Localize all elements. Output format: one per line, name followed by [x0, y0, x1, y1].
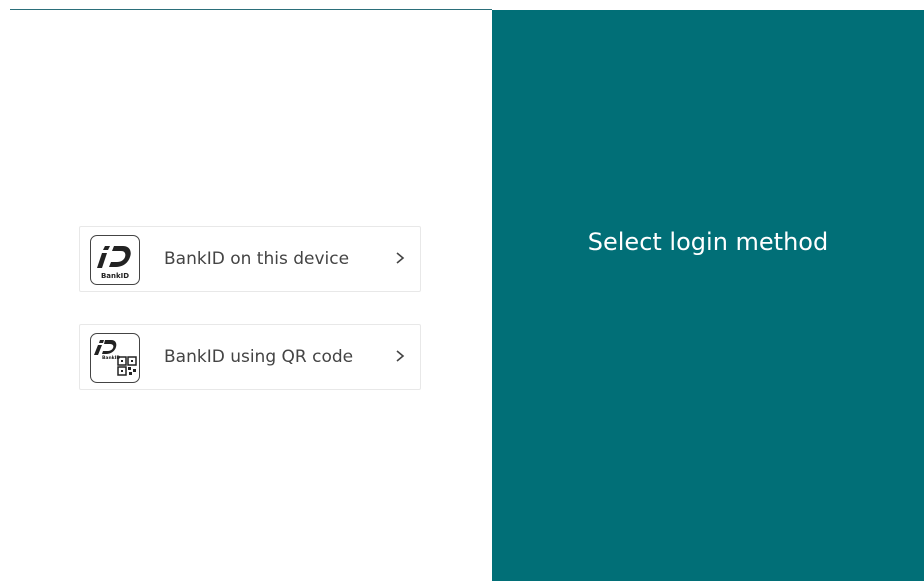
bankid-qr-code-button[interactable]: BankID BankID using QR code: [79, 324, 421, 390]
bankid-qr-logo-icon: BankID: [90, 333, 140, 383]
bankid-this-device-button[interactable]: BankID BankID on this device: [79, 226, 421, 292]
page-title: Select login method: [587, 228, 829, 256]
option-label: BankID on this device: [164, 249, 350, 269]
chevron-right-icon: [394, 248, 406, 268]
chevron-right-icon: [394, 346, 406, 366]
info-panel: Select login method: [492, 10, 924, 581]
option-label: BankID using QR code: [164, 347, 354, 367]
bankid-logo-icon: BankID: [90, 235, 140, 285]
svg-text:BankID: BankID: [101, 272, 129, 280]
login-options-panel: BankID BankID on this device BankID Bank…: [0, 10, 492, 581]
